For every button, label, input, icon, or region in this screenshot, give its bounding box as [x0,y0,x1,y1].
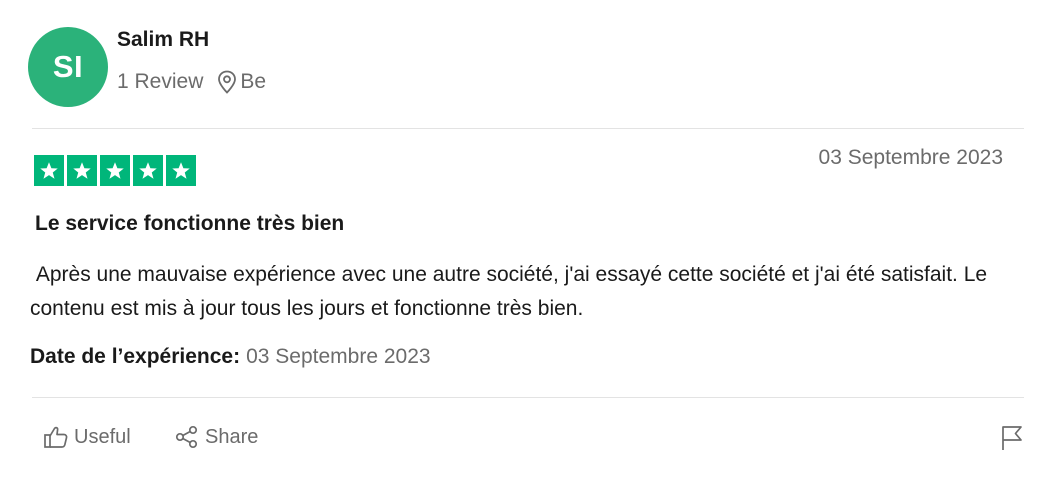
star-icon [166,155,196,186]
divider [32,128,1024,129]
share-label: Share [205,425,259,448]
star-icon [133,155,163,186]
share-button[interactable]: Share [174,425,258,449]
reviewer-meta: 1 Review Be [117,70,266,94]
avatar[interactable]: SI [28,27,108,107]
star-rating [34,155,196,186]
useful-button[interactable]: Useful [43,425,131,449]
experience-date-label: Date de l’expérience: [30,345,241,368]
star-icon [34,155,64,186]
review-body: Après une mauvaise expérience avec une a… [30,263,993,320]
useful-label: Useful [74,425,131,448]
report-flag-button[interactable] [1000,425,1024,451]
star-icon [67,155,97,186]
review-card: SI Salim RH 1 Review Be 03 Septembre 202… [0,0,1055,489]
location-pin-icon [217,70,237,94]
experience-date-row: Date de l’expérience: 03 Septembre 2023 [30,345,431,369]
reviewer-location: Be [240,70,267,93]
reviewer-name[interactable]: Salim RH [117,28,209,52]
avatar-initials: SI [52,49,84,84]
review-count: 1 Review [117,70,204,93]
review-title[interactable]: Le service fonctionne très bien [35,212,344,236]
share-icon [175,425,198,449]
thumbs-up-icon [44,426,68,448]
flag-icon [1002,426,1022,450]
divider [32,397,1024,398]
review-date: 03 Septembre 2023 [818,146,1003,169]
experience-date-value: 03 Septembre 2023 [246,345,431,368]
star-icon [100,155,130,186]
